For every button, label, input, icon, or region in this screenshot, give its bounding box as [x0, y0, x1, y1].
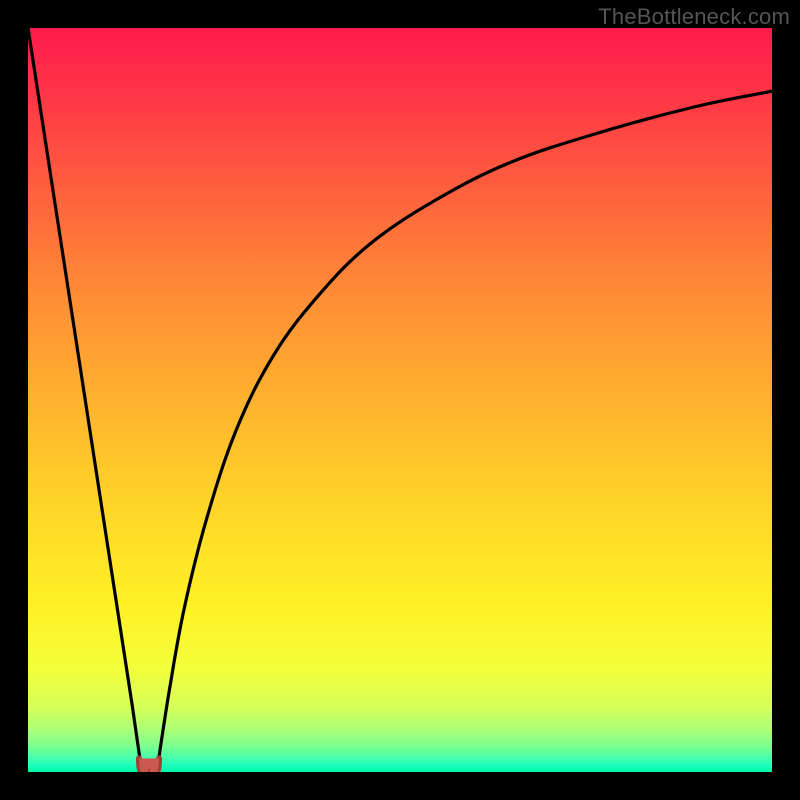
bottleneck-curve	[28, 28, 772, 772]
plot-area	[28, 28, 772, 772]
chart-frame: TheBottleneck.com	[0, 0, 800, 800]
watermark-text: TheBottleneck.com	[598, 4, 790, 30]
minimum-marker-icon	[135, 754, 163, 772]
